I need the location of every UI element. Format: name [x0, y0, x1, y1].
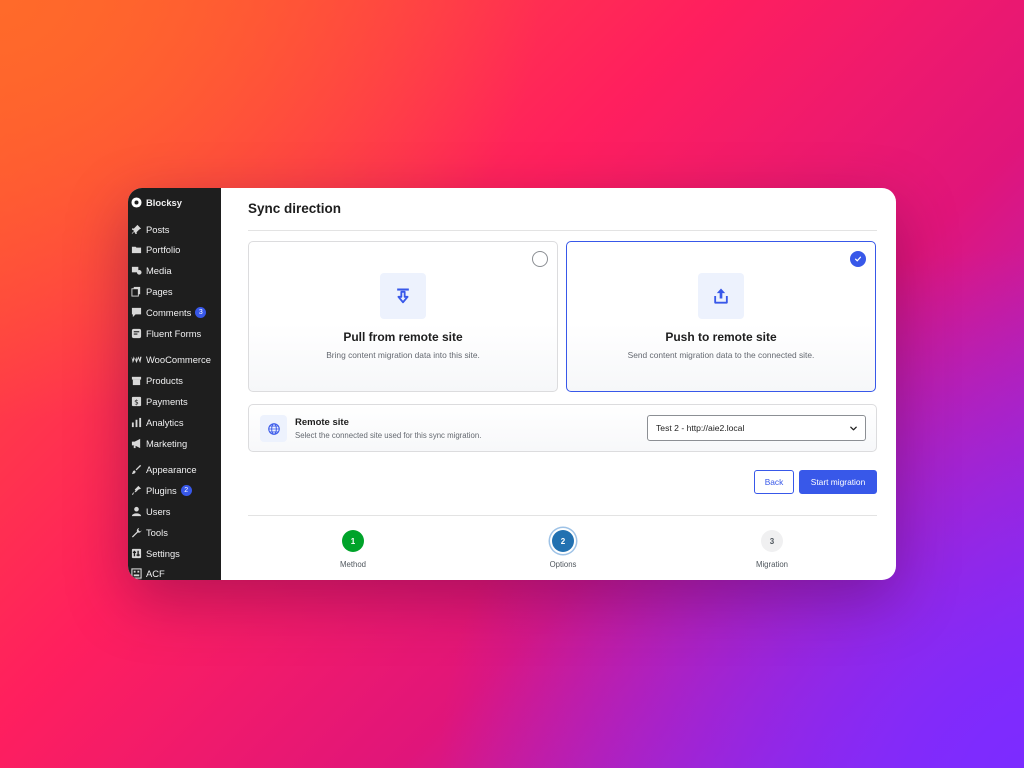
- sidebar-item-pages[interactable]: Pages: [128, 281, 221, 302]
- admin-sidebar: Blocksy Posts Portfolio Media Pages Comments 3…: [128, 188, 221, 580]
- settings-icon: [130, 547, 142, 559]
- dollar-icon: $: [130, 396, 142, 408]
- sidebar-item-label: Media: [146, 265, 172, 277]
- sidebar-item-label: Payments: [146, 396, 188, 408]
- svg-text:$: $: [134, 397, 139, 406]
- bar-chart-icon: [130, 416, 142, 428]
- sidebar-item-label: Portfolio: [146, 244, 181, 256]
- remote-site-description: Select the connected site used for this …: [295, 431, 482, 440]
- sidebar-item-woocommerce[interactable]: WooCommerce: [128, 350, 221, 371]
- start-migration-button[interactable]: Start migration: [799, 470, 877, 494]
- sidebar-item-plugins[interactable]: Plugins 2: [128, 480, 221, 501]
- push-option-radio-checked[interactable]: [850, 251, 866, 267]
- sidebar-item-label: Appearance: [146, 464, 197, 476]
- sidebar-item-settings[interactable]: Settings: [128, 543, 221, 564]
- plug-icon: [130, 485, 142, 497]
- divider: [248, 230, 877, 231]
- sidebar-item-label: ACF: [146, 568, 165, 580]
- count-badge: 2: [180, 485, 192, 497]
- sidebar-item-label: Products: [146, 375, 183, 387]
- sidebar-item-blocksy[interactable]: Blocksy: [128, 192, 221, 213]
- wrench-icon: [130, 526, 142, 538]
- pull-option-radio[interactable]: [532, 251, 548, 267]
- download-arrow-icon: [380, 273, 426, 319]
- step-options: 2 Options: [523, 530, 603, 569]
- sidebar-item-label: Fluent Forms: [146, 327, 202, 339]
- sidebar-item-label: Marketing: [146, 437, 188, 449]
- pull-option-card[interactable]: Pull from remote site Bring content migr…: [248, 241, 558, 392]
- sidebar-item-tools[interactable]: Tools: [128, 522, 221, 543]
- pages-icon: [130, 286, 142, 298]
- sidebar-item-label: Tools: [146, 526, 168, 538]
- push-option-card[interactable]: Push to remote site Send content migrati…: [566, 241, 876, 392]
- sidebar-item-marketing[interactable]: Marketing: [128, 433, 221, 454]
- upload-arrow-icon: [698, 273, 744, 319]
- brush-icon: [130, 464, 142, 476]
- megaphone-icon: [130, 437, 142, 449]
- app-window: Blocksy Posts Portfolio Media Pages Comments 3…: [128, 188, 896, 580]
- check-icon: [854, 256, 862, 262]
- step-label: Options: [549, 560, 577, 569]
- sidebar-item-label: Blocksy: [146, 196, 182, 208]
- sidebar-item-users[interactable]: Users: [128, 501, 221, 522]
- user-icon: [130, 506, 142, 518]
- sidebar-item-label: WooCommerce: [146, 354, 211, 366]
- folder-icon: [130, 244, 142, 256]
- sidebar-item-acf[interactable]: ACF: [128, 564, 221, 580]
- sidebar-item-label: Pages: [146, 286, 173, 298]
- sidebar-item-media[interactable]: Media: [128, 260, 221, 281]
- pull-option-description: Bring content migration data into this s…: [326, 350, 480, 360]
- sync-direction-panel: Sync direction Pull from remote site Bri…: [221, 188, 896, 580]
- step-number: 2: [552, 530, 574, 552]
- sidebar-item-label: Plugins: [146, 485, 177, 497]
- step-number: 3: [761, 530, 783, 552]
- remote-site-title: Remote site: [295, 417, 349, 428]
- blocksy-logo-icon: [130, 196, 142, 208]
- pin-icon: [130, 223, 142, 235]
- sidebar-item-fluent-forms[interactable]: Fluent Forms: [128, 323, 221, 344]
- remote-site-select[interactable]: Test 2 - http://aie2.local: [647, 415, 866, 441]
- push-option-description: Send content migration data to the conne…: [627, 350, 815, 360]
- back-button[interactable]: Back: [754, 470, 794, 494]
- sidebar-item-portfolio[interactable]: Portfolio: [128, 240, 221, 261]
- sidebar-item-label: Analytics: [146, 416, 184, 428]
- sidebar-item-label: Users: [146, 506, 171, 518]
- sidebar-item-posts[interactable]: Posts: [128, 219, 221, 240]
- push-option-title: Push to remote site: [665, 330, 777, 344]
- woo-icon: [130, 354, 142, 366]
- count-badge: 3: [195, 306, 207, 318]
- box-icon: [130, 375, 142, 387]
- sidebar-item-label: Posts: [146, 223, 170, 235]
- sidebar-item-comments[interactable]: Comments 3: [128, 302, 221, 323]
- remote-site-section: Remote site Select the connected site us…: [248, 404, 877, 452]
- sidebar-item-label: Settings: [146, 547, 180, 559]
- sidebar-item-appearance[interactable]: Appearance: [128, 460, 221, 481]
- sidebar-item-payments[interactable]: $ Payments: [128, 391, 221, 412]
- step-label: Migration: [755, 560, 789, 569]
- sidebar-item-label: Comments: [146, 306, 192, 318]
- step-label: Method: [339, 560, 366, 569]
- media-icon: [130, 265, 142, 277]
- page-title: Sync direction: [248, 201, 342, 216]
- remote-site-selected-value: Test 2 - http://aie2.local: [656, 423, 745, 433]
- sidebar-item-products[interactable]: Products: [128, 370, 221, 391]
- sidebar-item-analytics[interactable]: Analytics: [128, 412, 221, 433]
- comment-icon: [130, 306, 142, 318]
- globe-icon: [260, 415, 287, 442]
- step-method: 1 Method: [313, 530, 393, 569]
- divider: [248, 515, 877, 516]
- step-number: 1: [342, 530, 364, 552]
- pull-option-title: Pull from remote site: [343, 330, 463, 344]
- chevron-down-icon: [850, 426, 857, 431]
- step-migration: 3 Migration: [732, 530, 812, 569]
- form-icon: [130, 327, 142, 339]
- acf-icon: [130, 568, 142, 580]
